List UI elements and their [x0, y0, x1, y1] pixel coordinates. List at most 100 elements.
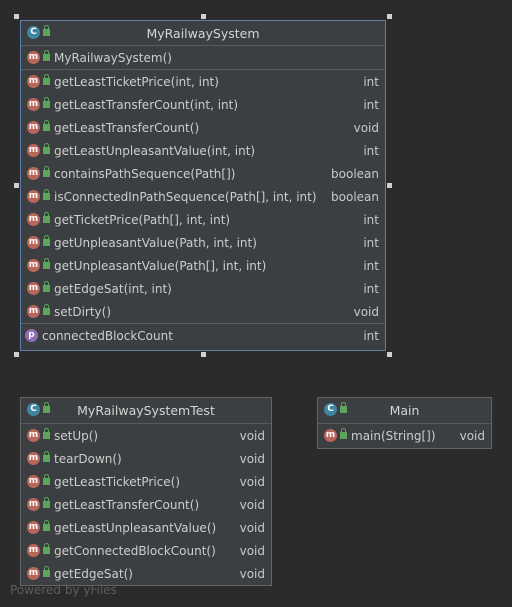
- powered-by-text: Powered by yFiles: [10, 583, 117, 597]
- class-box-main[interactable]: C Main m main(String[]) void: [317, 397, 492, 449]
- constructor-section: m MyRailwaySystem(): [21, 46, 385, 70]
- method-name: getTicketPrice(Path[], int, int): [54, 212, 231, 227]
- method-name: isConnectedInPathSequence(Path[], int, i…: [54, 189, 317, 204]
- method-row[interactable]: m getLeastTransferCount() void: [21, 493, 271, 516]
- method-return-type: int: [363, 143, 379, 158]
- method-row[interactable]: m getLeastTicketPrice() void: [21, 470, 271, 493]
- class-header: C MyRailwaySystem: [21, 21, 385, 46]
- method-icon: m: [27, 305, 40, 318]
- public-lock-icon: [340, 402, 347, 413]
- method-name: getLeastUnpleasantValue(int, int): [54, 143, 256, 158]
- resize-handle-e[interactable]: [387, 183, 392, 188]
- method-row[interactable]: m getLeastTicketPrice(int, int) int: [21, 70, 385, 93]
- method-name: getEdgeSat(int, int): [54, 281, 172, 296]
- method-row[interactable]: m getLeastTransferCount() void: [21, 116, 385, 139]
- public-lock-icon: [43, 520, 50, 531]
- method-name: getLeastTransferCount(): [54, 120, 200, 135]
- method-name: getLeastTransferCount(int, int): [54, 97, 239, 112]
- public-lock-icon: [43, 258, 50, 269]
- resize-handle-s[interactable]: [201, 352, 206, 357]
- method-icon: m: [27, 521, 40, 534]
- method-return-type: boolean: [331, 189, 379, 204]
- field-icon: p: [25, 329, 38, 342]
- method-return-type: int: [363, 97, 379, 112]
- class-box-myrailwaysystemtest[interactable]: C MyRailwaySystemTest m setUp() void m t…: [20, 397, 272, 586]
- method-name: getConnectedBlockCount(): [54, 543, 216, 558]
- public-lock-icon: [43, 120, 50, 131]
- method-icon: m: [27, 190, 40, 203]
- method-name: getLeastUnpleasantValue(): [54, 520, 217, 535]
- class-title: Main: [389, 403, 420, 418]
- method-icon: m: [27, 475, 40, 488]
- class-title: MyRailwaySystem: [146, 25, 260, 41]
- constructor-row[interactable]: m MyRailwaySystem(): [21, 46, 385, 69]
- method-row[interactable]: m getEdgeSat(int, int) int: [21, 277, 385, 300]
- resize-handle-sw[interactable]: [14, 352, 19, 357]
- public-lock-icon: [43, 474, 50, 485]
- public-lock-icon: [340, 428, 347, 439]
- fields-section: p connectedBlockCount int: [21, 324, 385, 347]
- class-header: C MyRailwaySystemTest: [21, 398, 271, 424]
- class-header: C Main: [318, 398, 491, 424]
- method-icon: m: [27, 98, 40, 111]
- constructor-name: MyRailwaySystem(): [54, 50, 172, 65]
- method-row[interactable]: m getTicketPrice(Path[], int, int) int: [21, 208, 385, 231]
- method-row[interactable]: m containsPathSequence(Path[]) boolean: [21, 162, 385, 185]
- method-row[interactable]: m getUnpleasantValue(Path[], int, int) i…: [21, 254, 385, 277]
- method-icon: m: [27, 121, 40, 134]
- resize-handle-se[interactable]: [387, 352, 392, 357]
- method-icon: m: [27, 167, 40, 180]
- public-lock-icon: [43, 497, 50, 508]
- method-return-type: int: [363, 212, 379, 227]
- method-name: setDirty(): [54, 304, 112, 319]
- method-row[interactable]: m getLeastUnpleasantValue() void: [21, 516, 271, 539]
- method-icon: m: [27, 282, 40, 295]
- method-row[interactable]: m getConnectedBlockCount() void: [21, 539, 271, 562]
- method-row[interactable]: m getEdgeSat() void: [21, 562, 271, 585]
- public-lock-icon: [43, 402, 50, 413]
- method-name: getLeastTransferCount(): [54, 497, 200, 512]
- method-name: containsPathSequence(Path[]): [54, 166, 236, 181]
- method-icon: m: [27, 259, 40, 272]
- field-row[interactable]: p connectedBlockCount int: [21, 324, 385, 347]
- public-lock-icon: [43, 428, 50, 439]
- class-title: MyRailwaySystemTest: [77, 403, 215, 418]
- public-lock-icon: [43, 235, 50, 246]
- public-lock-icon: [43, 50, 50, 61]
- method-row[interactable]: m setDirty() void: [21, 300, 385, 323]
- field-name: connectedBlockCount: [42, 328, 173, 343]
- method-return-type: void: [239, 520, 265, 535]
- methods-section: m setUp() void m tearDown() void m getLe…: [21, 424, 271, 585]
- method-row[interactable]: m tearDown() void: [21, 447, 271, 470]
- method-icon: m: [27, 544, 40, 557]
- method-row[interactable]: m getLeastUnpleasantValue(int, int) int: [21, 139, 385, 162]
- method-icon: m: [27, 144, 40, 157]
- method-row[interactable]: m getUnpleasantValue(Path, int, int) int: [21, 231, 385, 254]
- method-name: getEdgeSat(): [54, 566, 133, 581]
- method-name: tearDown(): [54, 451, 122, 466]
- public-lock-icon: [43, 189, 50, 200]
- resize-handle-ne[interactable]: [387, 14, 392, 19]
- method-return-type: int: [363, 235, 379, 250]
- method-return-type: int: [363, 74, 379, 89]
- method-return-type: boolean: [331, 166, 379, 181]
- method-name: getLeastTicketPrice(): [54, 474, 181, 489]
- public-lock-icon: [43, 166, 50, 177]
- public-lock-icon: [43, 143, 50, 154]
- methods-section: m getLeastTicketPrice(int, int) int m ge…: [21, 70, 385, 324]
- public-lock-icon: [43, 212, 50, 223]
- method-row[interactable]: m setUp() void: [21, 424, 271, 447]
- class-box-myrailwaysystem[interactable]: C MyRailwaySystem m MyRailwaySystem() m …: [20, 20, 386, 351]
- method-row[interactable]: m main(String[]) void: [318, 424, 491, 447]
- field-type: int: [363, 328, 379, 343]
- public-lock-icon: [43, 74, 50, 85]
- method-row[interactable]: m getLeastTransferCount(int, int) int: [21, 93, 385, 116]
- resize-handle-w[interactable]: [14, 183, 19, 188]
- methods-section: m main(String[]) void: [318, 424, 491, 447]
- method-icon: m: [27, 213, 40, 226]
- method-row[interactable]: m isConnectedInPathSequence(Path[], int,…: [21, 185, 385, 208]
- resize-handle-nw[interactable]: [14, 14, 19, 19]
- resize-handle-n[interactable]: [201, 14, 206, 19]
- method-icon: m: [27, 51, 40, 64]
- method-name: getLeastTicketPrice(int, int): [54, 74, 219, 89]
